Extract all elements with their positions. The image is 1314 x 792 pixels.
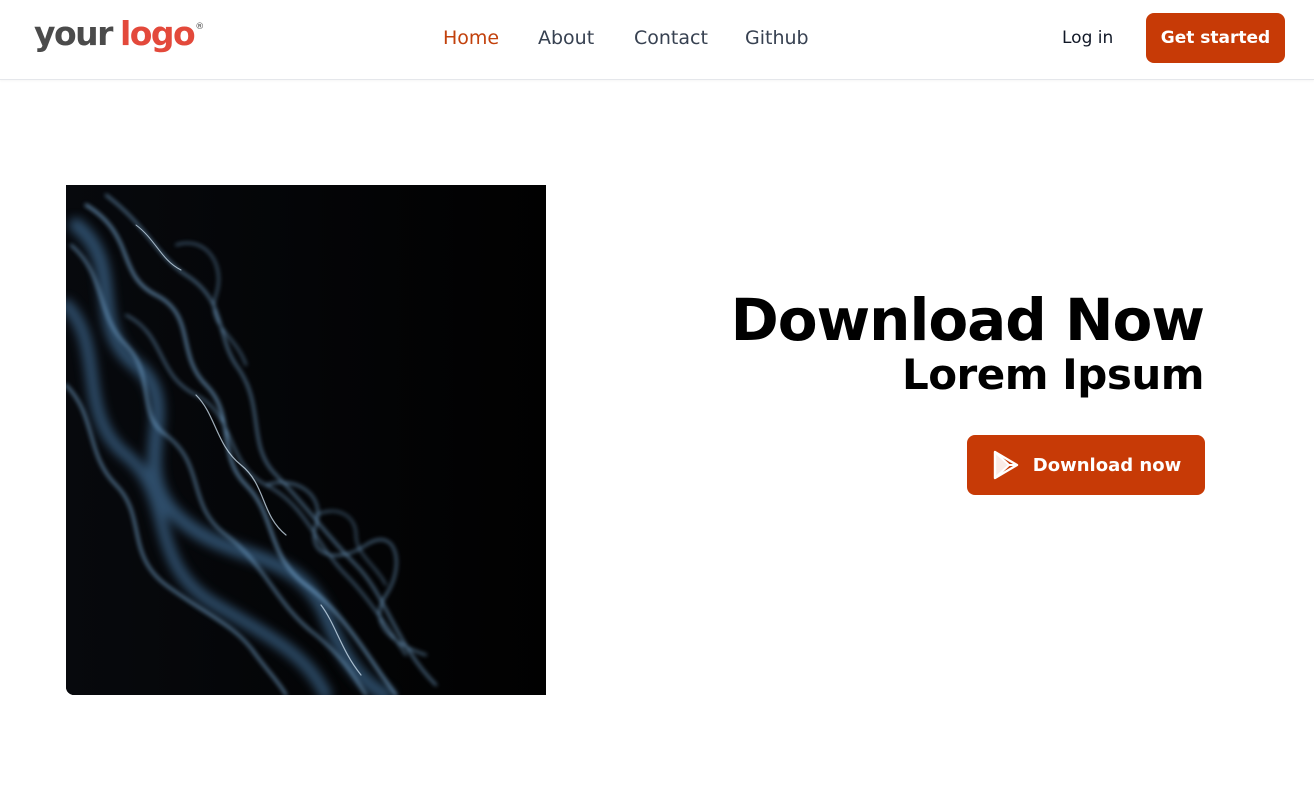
hero-subheadline: Lorem Ipsum: [901, 350, 1205, 399]
get-started-button[interactable]: Get started: [1146, 13, 1285, 63]
download-now-label: Download now: [1032, 454, 1182, 476]
navbar: your logo ® Home About Contact Github Lo…: [0, 0, 1314, 80]
hero-image: [66, 185, 546, 695]
main-nav: Home About Contact Github: [0, 27, 1314, 51]
nav-link-contact[interactable]: Contact: [634, 27, 708, 49]
nav-link-about[interactable]: About: [538, 27, 594, 49]
smoke-image: [66, 185, 546, 695]
hero-headline: Download Now: [730, 286, 1205, 354]
hero-text: Download Now Lorem Ipsum: [730, 286, 1205, 399]
download-now-button[interactable]: Download now: [967, 435, 1205, 495]
nav-link-home[interactable]: Home: [443, 27, 499, 49]
login-link[interactable]: Log in: [1062, 28, 1113, 48]
nav-link-github[interactable]: Github: [745, 27, 809, 49]
play-store-icon: [991, 450, 1021, 480]
